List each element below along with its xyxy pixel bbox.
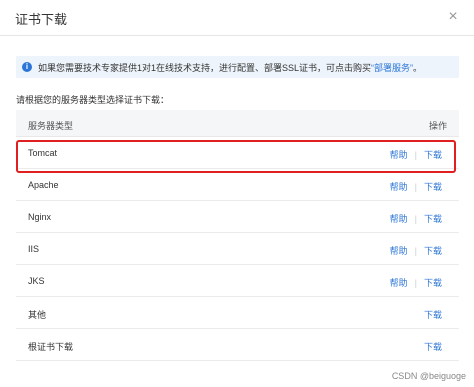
row-actions: 帮助 | 下载 [390, 148, 442, 161]
close-icon[interactable]: × [444, 8, 462, 26]
row-actions: 下载 [424, 340, 442, 353]
download-link[interactable]: 下载 [424, 244, 442, 257]
instruction-text: 请根据您的服务器类型选择证书下载： [16, 95, 170, 105]
download-link[interactable]: 下载 [424, 212, 442, 225]
row-actions: 帮助 | 下载 [390, 244, 442, 257]
action-separator: | [414, 277, 417, 288]
action-separator: | [414, 181, 417, 192]
notice-message: 如果您需要技术专家提供1对1在线技术支持，进行配置、部署SSL证书，可点击购买 [38, 62, 372, 73]
notice-text: 如果您需要技术专家提供1对1在线技术支持，进行配置、部署SSL证书，可点击购买“… [38, 61, 422, 74]
action-separator: | [414, 213, 417, 224]
row-actions: 下载 [424, 308, 442, 321]
dialog-title: 证书下载 [15, 12, 68, 27]
deploy-service-link[interactable]: “部署服务” [371, 63, 413, 73]
server-type-name: Tomcat [28, 148, 58, 158]
action-separator: | [414, 149, 417, 160]
notice-suffix: 。 [413, 62, 423, 73]
server-type-name: 根证书下载 [28, 342, 74, 352]
server-type-name: JKS [28, 276, 45, 286]
server-type-table: 服务器类型 操作 Tomcat 帮助 | 下载 Apache 帮助 | 下载 Nginx 帮助 | 下… [16, 110, 459, 361]
row-actions: 帮助 | 下载 [390, 212, 442, 225]
action-separator: | [414, 245, 417, 256]
download-link[interactable]: 下载 [424, 180, 442, 193]
dialog-header: 证书下载 × [0, 0, 474, 36]
help-link[interactable]: 帮助 [390, 148, 408, 161]
watermark: CSDN @beiguoge [391, 371, 466, 381]
download-link[interactable]: 下载 [424, 148, 442, 161]
info-icon: i [22, 62, 32, 72]
server-type-name: 其他 [28, 310, 47, 320]
server-type-name: Nginx [28, 212, 52, 222]
table-row: JKS 帮助 | 下载 [16, 265, 459, 297]
table-row: Nginx 帮助 | 下载 [16, 201, 459, 233]
download-link[interactable]: 下载 [424, 308, 442, 321]
table-row: Tomcat 帮助 | 下载 [16, 137, 459, 169]
table-header: 服务器类型 操作 [16, 110, 459, 137]
download-link[interactable]: 下载 [424, 340, 442, 353]
server-type-name: IIS [28, 244, 40, 254]
help-link[interactable]: 帮助 [390, 212, 408, 225]
table-row: Apache 帮助 | 下载 [16, 169, 459, 201]
header-action: 操作 [428, 121, 447, 131]
help-link[interactable]: 帮助 [390, 244, 408, 257]
table-row: 根证书下载 下载 [16, 329, 459, 361]
help-link[interactable]: 帮助 [390, 276, 408, 289]
download-link[interactable]: 下载 [424, 276, 442, 289]
table-row: 其他 下载 [16, 297, 459, 329]
notice-banner: i 如果您需要技术专家提供1对1在线技术支持，进行配置、部署SSL证书，可点击购… [16, 56, 459, 78]
row-actions: 帮助 | 下载 [390, 276, 442, 289]
server-type-name: Apache [28, 180, 59, 190]
table-row: IIS 帮助 | 下载 [16, 233, 459, 265]
header-server-type: 服务器类型 [28, 121, 74, 131]
row-actions: 帮助 | 下载 [390, 180, 442, 193]
help-link[interactable]: 帮助 [390, 180, 408, 193]
